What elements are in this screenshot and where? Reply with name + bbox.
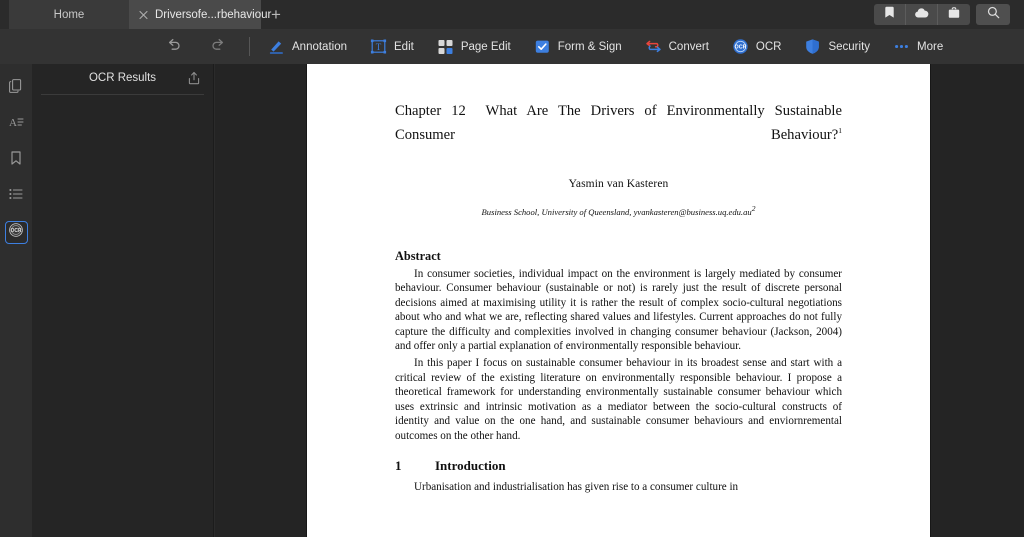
svg-text:OCR: OCR (10, 228, 22, 234)
bookmark-icon (8, 150, 24, 171)
plus-icon: + (271, 4, 281, 24)
section-heading-introduction: 1 Introduction (395, 458, 842, 474)
svg-text:T: T (376, 42, 382, 52)
toolbar-item-convert[interactable]: Convert (645, 38, 709, 55)
document-author: Yasmin van Kasteren (568, 177, 669, 190)
tab-bar: Home Driversofe...rbehaviour + (0, 0, 1024, 29)
pdf-page: Chapter 12 What Are The Drivers of Envir… (307, 64, 930, 537)
undo-button[interactable] (165, 38, 183, 56)
text-lines-icon: A (8, 114, 24, 135)
toolbar-items: Annotation T Edit Page Edit Form & Sign … (268, 38, 943, 55)
sidebar-item-text[interactable]: A (5, 113, 28, 136)
list-icon (8, 186, 24, 207)
toolbar-item-annotation-label: Annotation (292, 40, 347, 53)
checkbox-icon (534, 38, 551, 55)
document-viewport[interactable]: Chapter 12 What Are The Drivers of Envir… (215, 64, 1024, 537)
tab-document-label: Driversofe...rbehaviour (155, 8, 272, 21)
chapter-number: Chapter 12 (395, 103, 466, 119)
toolbar-item-ocr[interactable]: OCR OCR (732, 38, 782, 55)
close-icon[interactable] (138, 9, 149, 20)
section-number: 1 (395, 458, 402, 474)
affiliation-text: Business School, University of Queenslan… (481, 206, 752, 217)
abstract-paragraph-1: In consumer societies, individual impact… (395, 267, 842, 352)
title-footnote-marker: 1 (838, 126, 842, 135)
grid-icon (437, 38, 454, 55)
export-icon[interactable] (187, 71, 201, 85)
toolbar-item-form-sign[interactable]: Form & Sign (534, 38, 622, 55)
history-nav (165, 38, 227, 56)
abstract-heading: Abstract (395, 248, 441, 263)
ocr-results-body[interactable] (32, 95, 213, 535)
cloud-button[interactable] (906, 4, 938, 25)
toolbar-item-page-edit-label: Page Edit (460, 40, 511, 53)
shield-icon (804, 38, 821, 55)
tab-document[interactable]: Driversofe...rbehaviour (129, 0, 271, 29)
abstract-paragraph-2: In this paper I focus on sustainable con… (395, 357, 842, 442)
toolbar-item-convert-label: Convert (668, 40, 709, 53)
ocr-results-panel: OCR Results (32, 64, 214, 537)
affiliation-footnote-marker: 2 (751, 203, 756, 213)
pdf-page-content: Chapter 12 What Are The Drivers of Envir… (307, 64, 930, 537)
sidebar-item-ocr[interactable]: OCR (4, 221, 28, 244)
toolbar-item-more-label: More (917, 40, 944, 53)
sidebar-item-thumbnails[interactable] (5, 77, 28, 100)
ocr-icon: OCR (732, 38, 749, 55)
ellipsis-icon (893, 38, 910, 55)
toolbar-item-edit-label: Edit (394, 40, 414, 53)
pages-icon (8, 78, 24, 99)
toolbar-item-annotation[interactable]: Annotation (268, 38, 347, 55)
undo-icon (166, 36, 182, 57)
svg-text:A: A (9, 117, 17, 129)
toolbar-item-more[interactable]: More (893, 38, 943, 55)
cloud-icon (914, 6, 930, 24)
toolbar-item-ocr-label: OCR (755, 40, 782, 53)
toolbar-item-security-label: Security (828, 40, 871, 53)
section-title: Introduction (435, 458, 506, 474)
redo-button[interactable] (209, 38, 227, 56)
sidebar-item-outline[interactable] (5, 185, 28, 208)
document-affiliation: Business School, University of Queenslan… (395, 204, 842, 217)
ocr-icon: OCR (8, 222, 24, 243)
ocr-panel-header: OCR Results (32, 64, 213, 92)
tag-icon (884, 6, 895, 24)
window-controls (874, 4, 1010, 25)
toolbar-divider (249, 37, 250, 56)
app-window: Home Driversofe...rbehaviour + Annotatio… (0, 0, 1024, 537)
document-title-line: Chapter 12 What Are The Drivers of Envir… (395, 102, 842, 145)
search-button[interactable] (976, 4, 1010, 25)
search-icon (987, 6, 1000, 24)
tab-home-label: Home (53, 8, 85, 21)
section-paragraph-1: Urbanisation and industrialisation has g… (414, 481, 739, 494)
briefcase-icon (948, 6, 960, 24)
text-edit-icon: T (370, 38, 387, 55)
toolbar-item-edit[interactable]: T Edit (370, 38, 414, 55)
redo-icon (210, 36, 226, 57)
toolbar-item-security[interactable]: Security (804, 38, 870, 55)
convert-icon (645, 38, 662, 55)
main-toolbar: Annotation T Edit Page Edit Form & Sign … (0, 29, 1024, 64)
sidebar-rail: A OCR (0, 64, 32, 537)
tab-home[interactable]: Home (9, 0, 129, 29)
pen-icon (268, 38, 285, 55)
ocr-panel-title: OCR Results (88, 72, 157, 84)
toolbar-item-page-edit[interactable]: Page Edit (437, 38, 511, 55)
tag-button[interactable] (874, 4, 906, 25)
toolbar-item-form-sign-label: Form & Sign (557, 40, 622, 53)
briefcase-button[interactable] (938, 4, 970, 25)
sidebar-item-bookmarks[interactable] (5, 149, 28, 172)
svg-text:OCR: OCR (734, 45, 746, 51)
